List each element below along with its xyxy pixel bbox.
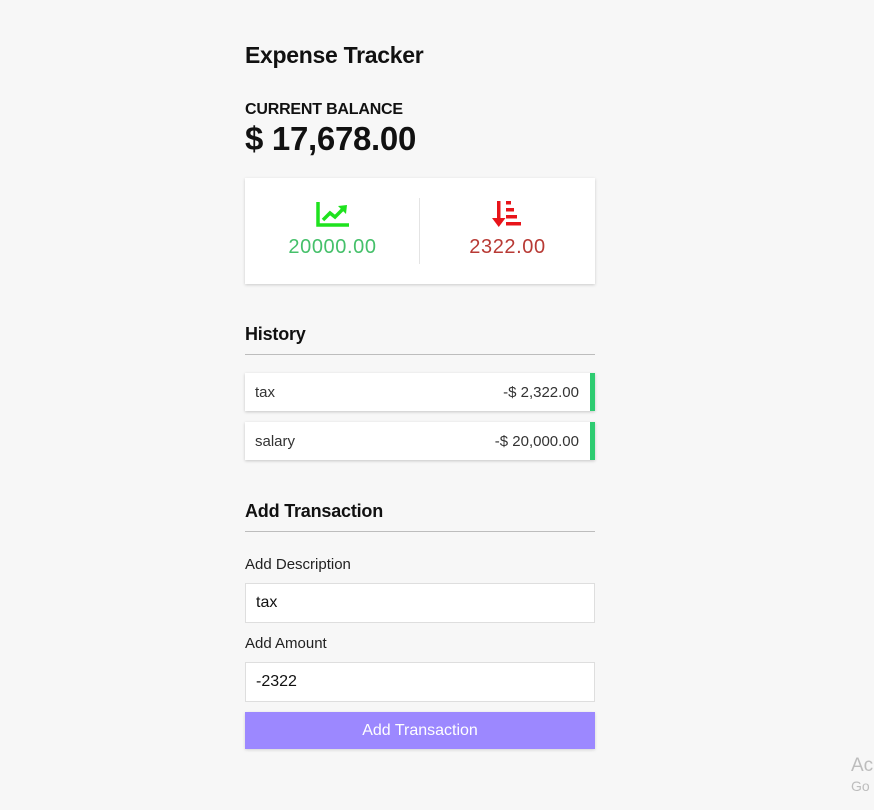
sort-amount-down-icon <box>491 200 525 228</box>
expense-summary: 2322.00 <box>420 178 595 284</box>
income-amount: 20000.00 <box>288 236 377 258</box>
history-list: tax -$ 2,322.00 salary -$ 20,000.00 <box>245 373 595 471</box>
balance-value: $ 17,678.00 <box>245 120 417 157</box>
description-label: Add Description <box>245 556 351 573</box>
income-expense-card: 20000.00 2322.00 <box>245 178 595 284</box>
add-transaction-button[interactable]: Add Transaction <box>245 712 595 749</box>
watermark-line-1: Ac <box>851 755 874 776</box>
history-title: History <box>245 324 595 355</box>
chart-line-up-icon <box>315 200 350 228</box>
expense-amount: 2322.00 <box>469 236 546 258</box>
income-summary: 20000.00 <box>245 178 420 284</box>
list-item[interactable]: tax -$ 2,322.00 <box>245 373 595 411</box>
balance-label: CURRENT BALANCE <box>245 101 403 118</box>
list-item[interactable]: salary -$ 20,000.00 <box>245 422 595 460</box>
amount-label: Add Amount <box>245 635 327 652</box>
watermark-line-2: Go <box>851 778 870 794</box>
app-title: Expense Tracker <box>245 42 424 68</box>
add-transaction-title: Add Transaction <box>245 501 595 532</box>
amount-input[interactable] <box>245 662 595 702</box>
activation-watermark: Ac Go <box>851 756 873 793</box>
transaction-amount: -$ 20,000.00 <box>494 433 579 450</box>
transaction-amount: -$ 2,322.00 <box>503 384 579 401</box>
transaction-description: tax <box>255 384 276 401</box>
description-input[interactable] <box>245 583 595 623</box>
transaction-description: salary <box>255 433 296 450</box>
